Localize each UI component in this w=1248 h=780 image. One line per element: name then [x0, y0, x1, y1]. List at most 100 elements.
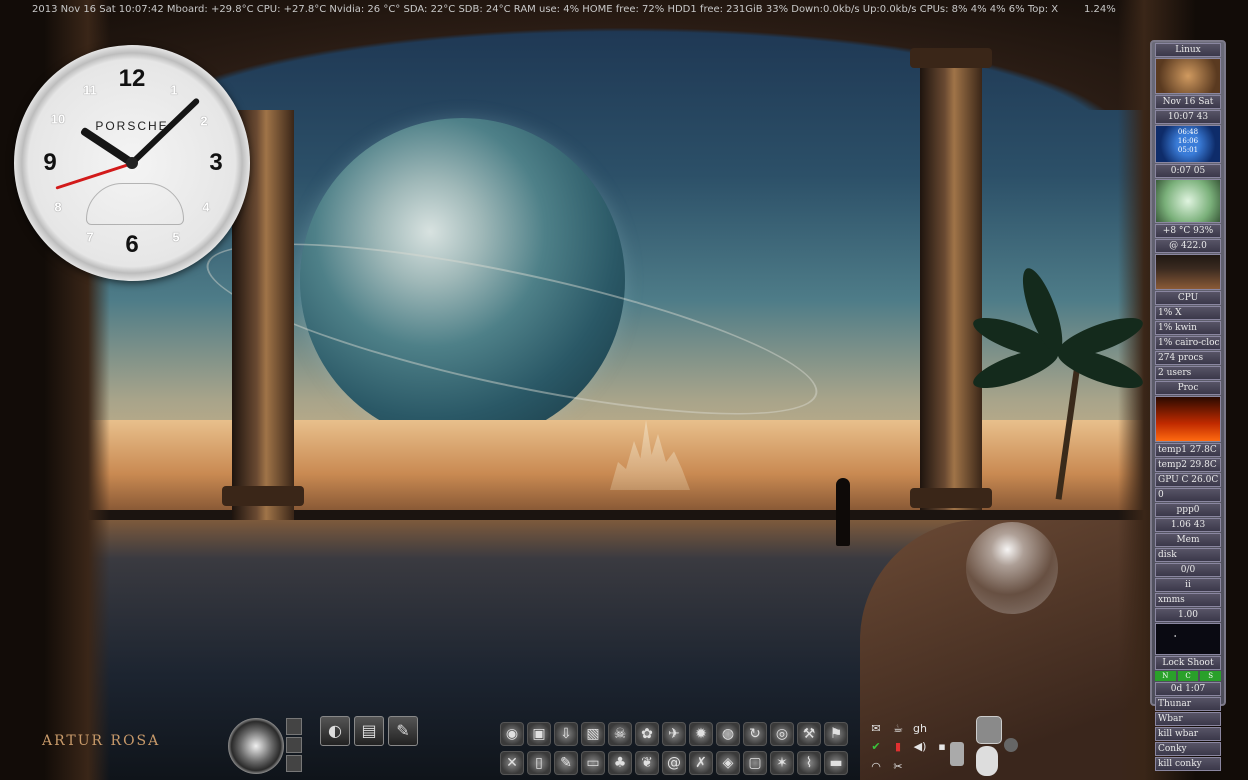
- wallpaper-signature: ARTUR ROSA: [42, 733, 161, 749]
- users-info: 2 users: [1155, 366, 1221, 380]
- glass-orb: [966, 522, 1058, 614]
- launcher-conky[interactable]: Conky: [1155, 742, 1221, 756]
- swirl-icon[interactable]: @: [662, 751, 686, 775]
- pillar-left-base: [222, 486, 304, 506]
- cpu-proc-1: 1% X: [1155, 306, 1221, 320]
- folder-icon[interactable]: ▬: [824, 751, 848, 775]
- disk-extra: ii: [1155, 578, 1221, 592]
- wifi-icon[interactable]: ◠: [868, 760, 884, 773]
- temp2: temp2 29.8C: [1155, 458, 1221, 472]
- volume-icon[interactable]: ◀): [912, 740, 928, 753]
- ppp-label: ppp0: [1155, 503, 1221, 517]
- star-icon[interactable]: ✶: [770, 751, 794, 775]
- battery-icon[interactable]: ▮: [890, 740, 906, 753]
- load-value: 1.24%: [1084, 4, 1116, 15]
- blue-clock-widget: 06:48 16:06 05:01: [1155, 125, 1221, 163]
- cpu-proc-2: 1% kwin: [1155, 321, 1221, 335]
- freq-label: @ 422.0: [1155, 239, 1221, 253]
- wrench-icon[interactable]: ✕: [500, 751, 524, 775]
- cd-icon[interactable]: ◎: [770, 722, 794, 746]
- chat-icon[interactable]: ◈: [716, 751, 740, 775]
- crossed-icon[interactable]: ✗: [689, 751, 713, 775]
- quick-launch-1[interactable]: ◐: [320, 716, 350, 746]
- gear-tab-3[interactable]: [286, 755, 302, 773]
- tray-row-2: ✔ ▮ ◀) ▪: [868, 740, 950, 753]
- gear-icon[interactable]: ✹: [689, 722, 713, 746]
- pillar-right-base: [910, 488, 992, 508]
- dock-row-top: ◉ ▣ ⇩ ▧ ☠ ✿ ✈ ✹ ◍ ↻ ◎ ⚒ ⚑: [500, 722, 848, 746]
- lock-shoot-label: Lock Shoot: [1155, 656, 1221, 670]
- corner-widget-center: [976, 746, 998, 776]
- lock-button-n[interactable]: N: [1155, 671, 1176, 681]
- launcher-thunar[interactable]: Thunar: [1155, 697, 1221, 711]
- lock-buttons: N C S: [1155, 671, 1222, 681]
- corner-widget[interactable]: [946, 716, 1018, 776]
- penguin-icon[interactable]: ♣: [608, 751, 632, 775]
- numeral-7: 7: [86, 229, 94, 245]
- leaf-icon[interactable]: ❦: [635, 751, 659, 775]
- network-icon[interactable]: ⌇: [797, 751, 821, 775]
- pillar-right: [920, 60, 982, 510]
- blue-line-2: 16:06: [1177, 137, 1199, 145]
- monitor-icon[interactable]: ▭: [581, 751, 605, 775]
- top-status-bar: 2013 Nov 16 Sat 10:07:42 Mboard: +29.8°C…: [0, 0, 1248, 20]
- package-icon[interactable]: ▣: [527, 722, 551, 746]
- clock-brand: PORSCHE: [95, 119, 169, 133]
- settings-gear-icon[interactable]: [228, 718, 284, 774]
- proc-title: Proc: [1155, 381, 1221, 395]
- corner-widget-top: [976, 716, 1002, 744]
- numeral-9: 9: [43, 149, 57, 176]
- launcher-kill-wbar[interactable]: kill wbar: [1155, 727, 1221, 741]
- xmms-label[interactable]: xmms: [1155, 593, 1221, 607]
- disc-icon[interactable]: ◉: [500, 722, 524, 746]
- gimp-icon[interactable]: ✿: [635, 722, 659, 746]
- net-stat: 1.06 43: [1155, 518, 1221, 532]
- scissors-icon[interactable]: ✂: [890, 760, 906, 773]
- gear-tab-1[interactable]: [286, 718, 302, 735]
- mail-icon[interactable]: ✉: [868, 722, 884, 735]
- lock-button-c[interactable]: C: [1177, 671, 1199, 681]
- numeral-11: 11: [83, 82, 97, 98]
- numeral-4: 4: [202, 199, 210, 215]
- xmms-value: 1.00: [1155, 608, 1221, 622]
- clock-hub: [126, 157, 138, 169]
- car-outline: [86, 183, 184, 225]
- install-icon[interactable]: ⇩: [554, 722, 578, 746]
- gpu-temp: GPU C 26.0C: [1155, 473, 1221, 487]
- mem-title: Mem: [1155, 533, 1221, 547]
- pillar-right-top: [910, 48, 992, 68]
- tools-icon[interactable]: ⚒: [797, 722, 821, 746]
- corner-widget-left: [950, 742, 964, 766]
- tray-gh-label[interactable]: gh: [912, 722, 928, 735]
- disk-value: 0/0: [1155, 563, 1221, 577]
- launcher-kill-conky[interactable]: kill conky: [1155, 757, 1221, 771]
- corner-widget-right: [1004, 738, 1018, 752]
- proc-graph: [1155, 396, 1221, 442]
- pen-icon[interactable]: ✎: [554, 751, 578, 775]
- lock-button-s[interactable]: S: [1200, 671, 1222, 681]
- terminal-icon[interactable]: ▢: [743, 751, 767, 775]
- launcher-wbar[interactable]: Wbar: [1155, 712, 1221, 726]
- time-label: 10:07 43: [1155, 110, 1221, 124]
- reload-icon[interactable]: ↻: [743, 722, 767, 746]
- check-icon[interactable]: ✔: [868, 740, 884, 753]
- tray-row-3: ◠ ✂: [868, 760, 906, 773]
- quick-launch-3[interactable]: ✎: [388, 716, 418, 746]
- quick-launch-2[interactable]: ▤: [354, 716, 384, 746]
- temp1: temp1 27.8C: [1155, 443, 1221, 457]
- globe-icon[interactable]: ◍: [716, 722, 740, 746]
- plane-icon[interactable]: ✈: [662, 722, 686, 746]
- pdf-icon[interactable]: ▧: [581, 722, 605, 746]
- analog-clock-widget[interactable]: 12 3 6 9 1 2 4 5 7 8 10 11 PORSCHE: [14, 45, 250, 281]
- skull-icon[interactable]: ☠: [608, 722, 632, 746]
- flag-icon[interactable]: ⚑: [824, 722, 848, 746]
- numeral-8: 8: [54, 199, 62, 215]
- gear-tab-2[interactable]: [286, 736, 302, 754]
- starfield-graph: [1155, 623, 1221, 655]
- cpu-proc-3: 1% cairo-cloc: [1155, 336, 1221, 350]
- notes-icon[interactable]: ☕: [890, 722, 906, 735]
- procs-info: 274 procs: [1155, 351, 1221, 365]
- phone-icon[interactable]: ▯: [527, 751, 551, 775]
- conky-sidebar: Linux Nov 16 Sat 10:07 43 06:48 16:06 05…: [1150, 40, 1226, 771]
- cpu-title: CPU: [1155, 291, 1221, 305]
